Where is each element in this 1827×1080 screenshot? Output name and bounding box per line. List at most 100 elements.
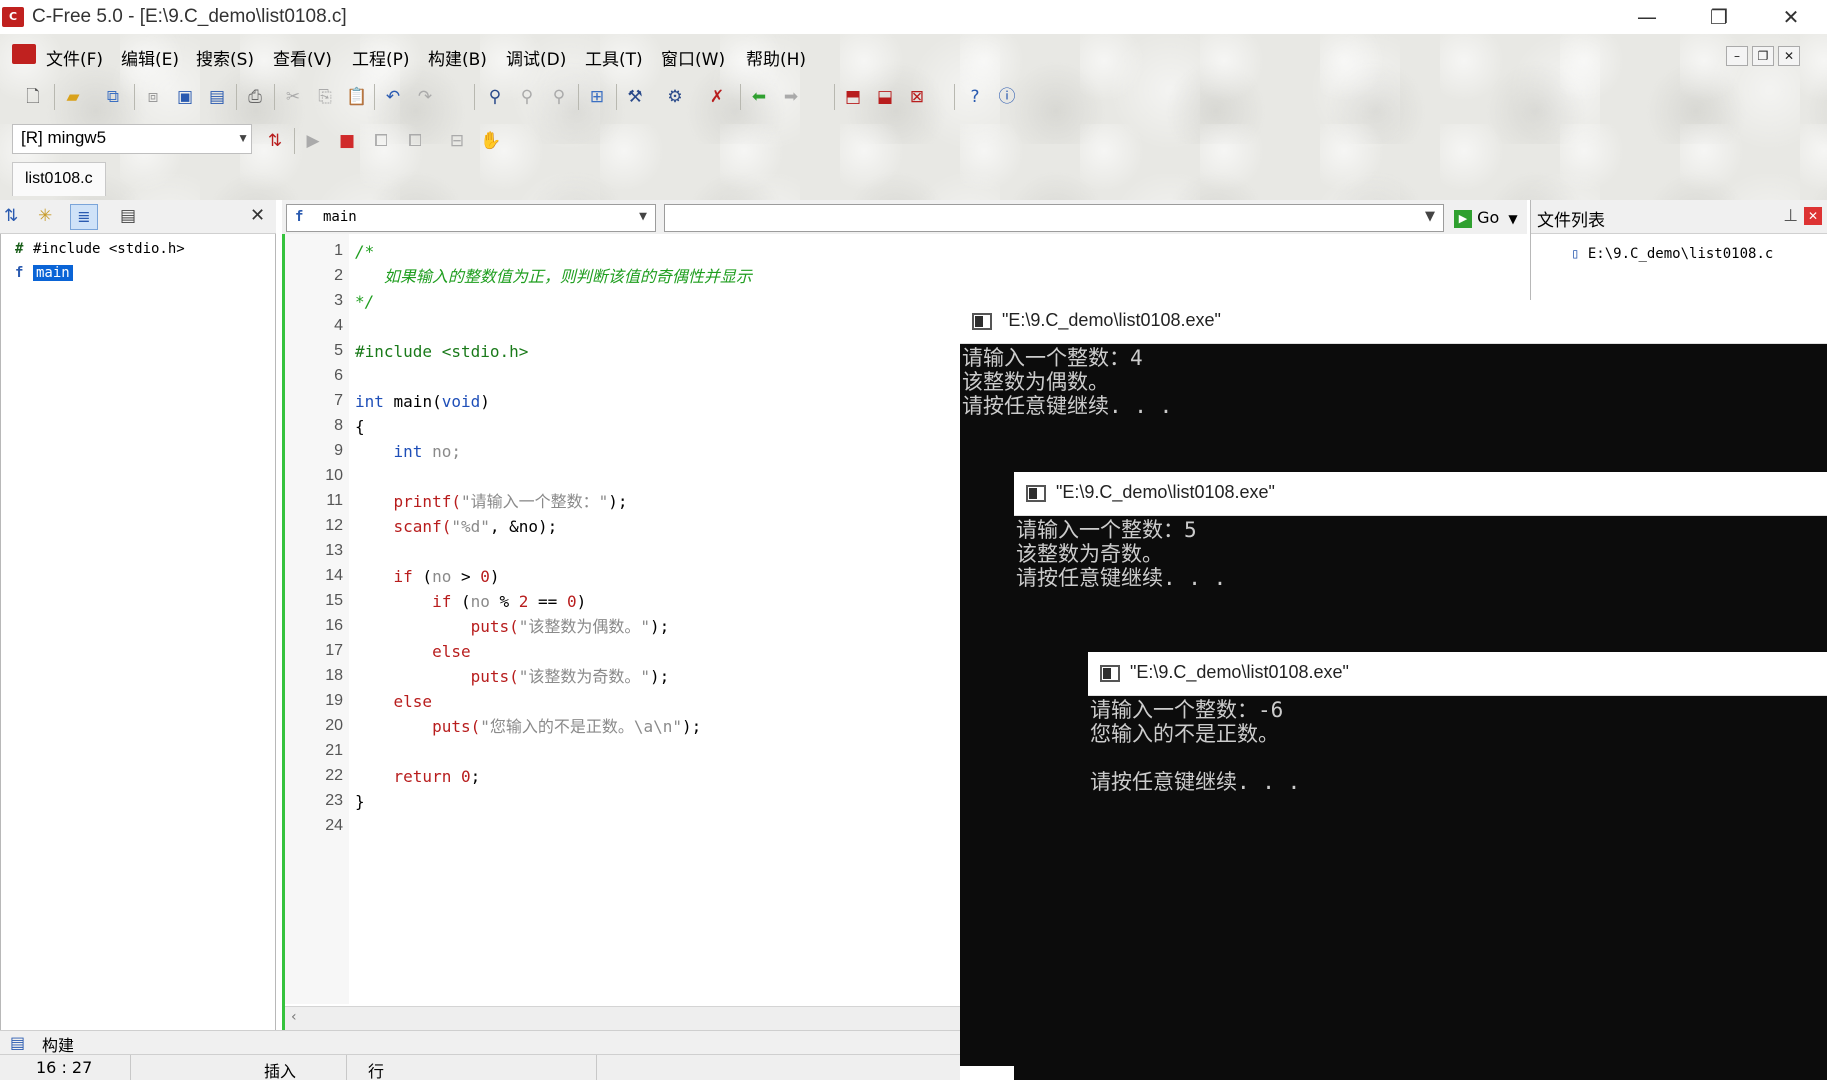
file-list-item[interactable]: ▯ E:\9.C_demo\list0108.c <box>1571 246 1773 262</box>
line-number: 9 <box>334 442 343 459</box>
menu-edit[interactable]: 编辑(E) <box>121 45 179 70</box>
open-project-icon[interactable]: ⧉ <box>100 84 126 110</box>
paste-icon[interactable]: 📋 <box>344 84 370 110</box>
category-icon[interactable]: ✳ <box>38 206 52 226</box>
console-title-bar[interactable]: "E:\9.C_demo\list0108.exe" <box>960 300 1827 344</box>
mdi-close-icon[interactable]: ✕ <box>1778 46 1800 66</box>
close-file-icon[interactable]: ⧈ <box>140 84 166 110</box>
sort-icon[interactable]: ⇅ <box>4 206 18 226</box>
mdi-restore-icon[interactable]: ❐ <box>1752 46 1774 66</box>
editor-navbar: f main ▼ ▼ ▶ Go ▼ <box>282 200 1527 234</box>
replace-icon[interactable]: ⊞ <box>584 84 610 110</box>
panel-close-icon[interactable]: ✕ <box>250 205 265 226</box>
scope-combo[interactable]: ▼ <box>664 204 1444 232</box>
forward-icon[interactable]: ➡ <box>778 84 804 110</box>
find-icon[interactable]: ⚲ <box>482 84 508 110</box>
undo-icon[interactable]: ↶ <box>380 84 406 110</box>
console-title-bar[interactable]: "E:\9.C_demo\list0108.exe" <box>1014 472 1827 516</box>
tree-view-icon[interactable]: ≣ <box>70 204 98 230</box>
function-combo[interactable]: f main ▼ <box>286 204 656 232</box>
menu-view[interactable]: 查看(V) <box>273 45 332 70</box>
console-window-3[interactable]: "E:\9.C_demo\list0108.exe" 请输入一个整数：-6 您输… <box>1088 652 1827 1080</box>
mdi-minimize-icon[interactable]: – <box>1726 46 1748 66</box>
line-number: 17 <box>325 642 343 659</box>
find-next-icon[interactable]: ⚲ <box>514 84 540 110</box>
menu-file[interactable]: 文件(F) <box>46 45 103 70</box>
redo-icon[interactable]: ↷ <box>412 84 438 110</box>
run-icon[interactable]: ▶ <box>300 128 326 154</box>
step-into-icon[interactable]: ⧠ <box>402 128 428 154</box>
bookmark-icon[interactable]: ⬒ <box>840 84 866 110</box>
menu-debug[interactable]: 调试(D) <box>506 45 566 70</box>
compiler-select[interactable]: [R] mingw5 ▼ <box>12 124 252 154</box>
step-over-icon[interactable]: ⧠ <box>368 128 394 154</box>
tree-item-main[interactable]: f main <box>15 262 73 284</box>
save-all-icon[interactable]: ▤ <box>204 84 230 110</box>
line-number: 14 <box>325 567 343 584</box>
code-token: ( <box>451 592 471 611</box>
build-icon[interactable]: ⚙ <box>662 84 688 110</box>
code-token: return <box>355 767 452 786</box>
compile-icon[interactable]: ⚒ <box>622 84 648 110</box>
list-view-icon[interactable]: ▤ <box>120 206 136 226</box>
restore-icon[interactable]: ❐ <box>1689 0 1749 34</box>
code-token: puts( <box>355 717 481 736</box>
console-title-bar[interactable]: "E:\9.C_demo\list0108.exe" <box>1088 652 1827 696</box>
main-toolbar: 🗋 ▰ ⧉ ⧈ ▣ ▤ ⎙ ✂ ⎘ 📋 ↶ ↷ ⚲ ⚲ ⚲ ⊞ ⚒ ⚙ ✗ ⬅ … <box>8 80 1208 114</box>
pin-icon[interactable]: ⊥ <box>1783 206 1798 226</box>
scroll-left-icon[interactable]: ‹ <box>291 1009 297 1025</box>
code-token: no <box>432 567 452 586</box>
line-number: 4 <box>334 317 343 334</box>
tree-item-include[interactable]: # #include <stdio.h> <box>15 238 185 260</box>
print-icon[interactable]: ⎙ <box>242 84 268 110</box>
console-line: 请输入一个整数：5 <box>1016 518 1197 542</box>
hand-icon[interactable]: ✋ <box>478 128 504 154</box>
code-line: scanf("%d", &no); <box>355 514 558 539</box>
app-icon: C <box>2 7 24 27</box>
panel-close-icon[interactable]: ✕ <box>1804 207 1822 225</box>
menu-window[interactable]: 窗口(W) <box>661 45 725 70</box>
cut-icon[interactable]: ✂ <box>280 84 306 110</box>
code-token: ); <box>682 717 702 736</box>
line-number: 15 <box>325 592 343 609</box>
close-icon[interactable]: ✕ <box>1761 0 1821 34</box>
help-icon[interactable]: ? <box>962 84 988 110</box>
code-line: puts("该整数为奇数。"); <box>355 664 670 689</box>
toolbar-separator <box>578 84 579 110</box>
toolbar-separator <box>740 84 741 110</box>
bookmark-next-icon[interactable]: ⬓ <box>872 84 898 110</box>
menu-build[interactable]: 构建(B) <box>428 45 487 70</box>
find-prev-icon[interactable]: ⚲ <box>546 84 572 110</box>
bookmark-clear-icon[interactable]: ⊠ <box>904 84 930 110</box>
menu-tools[interactable]: 工具(T) <box>585 45 643 70</box>
tree-item-label: #include <stdio.h> <box>33 241 185 257</box>
code-token: main( <box>383 392 442 411</box>
c-file-icon: ▯ <box>1571 246 1580 262</box>
build-output-tab[interactable]: ▤ 构建 <box>0 1030 960 1055</box>
code-token: "您输入的不是正数。\a\n" <box>480 717 683 736</box>
save-icon[interactable]: ▣ <box>172 84 198 110</box>
console-line: 您输入的不是正数。 <box>1090 722 1279 746</box>
chevron-down-icon: ▼ <box>237 131 249 145</box>
minimize-icon[interactable]: — <box>1617 0 1677 34</box>
new-file-icon[interactable]: 🗋 <box>20 84 46 110</box>
rebuild-icon[interactable]: ✗ <box>704 84 730 110</box>
toolbar-separator <box>294 128 295 154</box>
menu-search[interactable]: 搜索(S) <box>196 45 254 70</box>
copy-icon[interactable]: ⎘ <box>312 84 338 110</box>
code-token: ) <box>576 592 587 611</box>
line-number: 2 <box>334 267 343 284</box>
breakpoint-icon[interactable]: ⊟ <box>444 128 470 154</box>
code-token: 0 <box>566 592 577 611</box>
open-folder-icon[interactable]: ▰ <box>60 84 86 110</box>
compiler-options-icon[interactable]: ⇅ <box>262 128 288 154</box>
info-icon[interactable]: ⓘ <box>994 84 1020 110</box>
menu-help[interactable]: 帮助(H) <box>746 45 806 70</box>
go-button[interactable]: ▶ Go ▼ <box>1450 204 1524 232</box>
back-icon[interactable]: ⬅ <box>746 84 772 110</box>
menu-project[interactable]: 工程(P) <box>352 45 410 70</box>
tab-list0108[interactable]: list0108.c <box>12 162 106 196</box>
stop-icon[interactable]: ■ <box>334 128 360 154</box>
chevron-down-icon: ▼ <box>1508 212 1518 226</box>
